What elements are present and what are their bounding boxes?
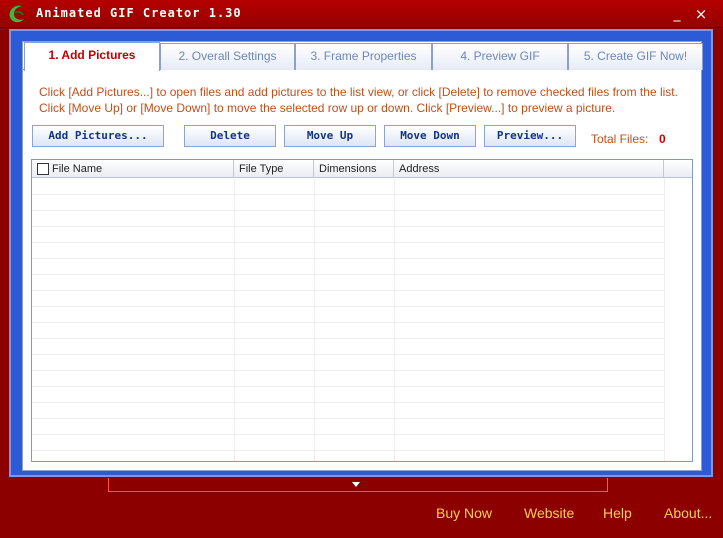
tab-strip: 1. Add Pictures 2. Overall Settings 3. F… <box>23 42 703 71</box>
help-link[interactable]: Help <box>603 505 632 521</box>
minimize-button[interactable]: _ <box>668 5 686 23</box>
instructions: Click [Add Pictures...] to open files an… <box>39 84 699 116</box>
tab-preview-gif[interactable]: 4. Preview GIF <box>432 43 568 70</box>
list-scroll-area[interactable] <box>664 179 692 461</box>
column-dimensions-label: Dimensions <box>319 163 377 175</box>
total-files-count: 0 <box>659 132 666 146</box>
column-dimensions[interactable]: Dimensions <box>314 160 394 178</box>
instruction-line-1: Click [Add Pictures...] to open files an… <box>39 85 678 99</box>
column-file-name[interactable]: File Name <box>32 160 234 178</box>
app-logo-icon <box>9 5 24 23</box>
expand-arrow-icon[interactable] <box>352 482 360 487</box>
tab-overall-settings[interactable]: 2. Overall Settings <box>160 43 295 70</box>
add-pictures-button[interactable]: Add Pictures... <box>32 125 164 147</box>
column-divider <box>394 179 395 461</box>
move-up-button[interactable]: Move Up <box>284 125 376 147</box>
tab-frame-properties[interactable]: 3. Frame Properties <box>295 43 432 70</box>
column-file-type-label: File Type <box>239 163 284 175</box>
delete-button[interactable]: Delete <box>184 125 276 147</box>
list-body[interactable] <box>32 179 664 461</box>
close-button[interactable]: × <box>692 5 710 23</box>
column-address[interactable]: Address <box>394 160 664 178</box>
preview-button[interactable]: Preview... <box>484 125 576 147</box>
website-link[interactable]: Website <box>524 505 574 521</box>
file-list-view[interactable]: File Name File Type Dimensions Address <box>31 159 693 462</box>
instruction-line-2: Click [Move Up] or [Move Down] to move t… <box>39 101 616 115</box>
column-file-name-label: File Name <box>52 163 103 175</box>
select-all-checkbox[interactable] <box>37 163 49 175</box>
column-divider <box>314 179 315 461</box>
list-header: File Name File Type Dimensions Address <box>32 160 692 178</box>
column-address-label: Address <box>399 163 440 175</box>
window-title: Animated GIF Creator 1.30 <box>36 6 242 20</box>
total-files-label: Total Files: <box>591 132 649 146</box>
buy-now-link[interactable]: Buy Now <box>436 505 492 521</box>
column-file-type[interactable]: File Type <box>234 160 314 178</box>
main-frame: 1. Add Pictures 2. Overall Settings 3. F… <box>9 29 713 477</box>
tab-create-gif-now[interactable]: 5. Create GIF Now! <box>568 43 703 70</box>
tab-add-pictures[interactable]: 1. Add Pictures <box>24 42 160 71</box>
move-down-button[interactable]: Move Down <box>384 125 476 147</box>
about-link[interactable]: About... <box>664 505 712 521</box>
title-bar[interactable]: Animated GIF Creator 1.30 _ × <box>0 0 723 28</box>
column-divider <box>234 179 235 461</box>
add-pictures-panel: 1. Add Pictures 2. Overall Settings 3. F… <box>22 41 703 471</box>
